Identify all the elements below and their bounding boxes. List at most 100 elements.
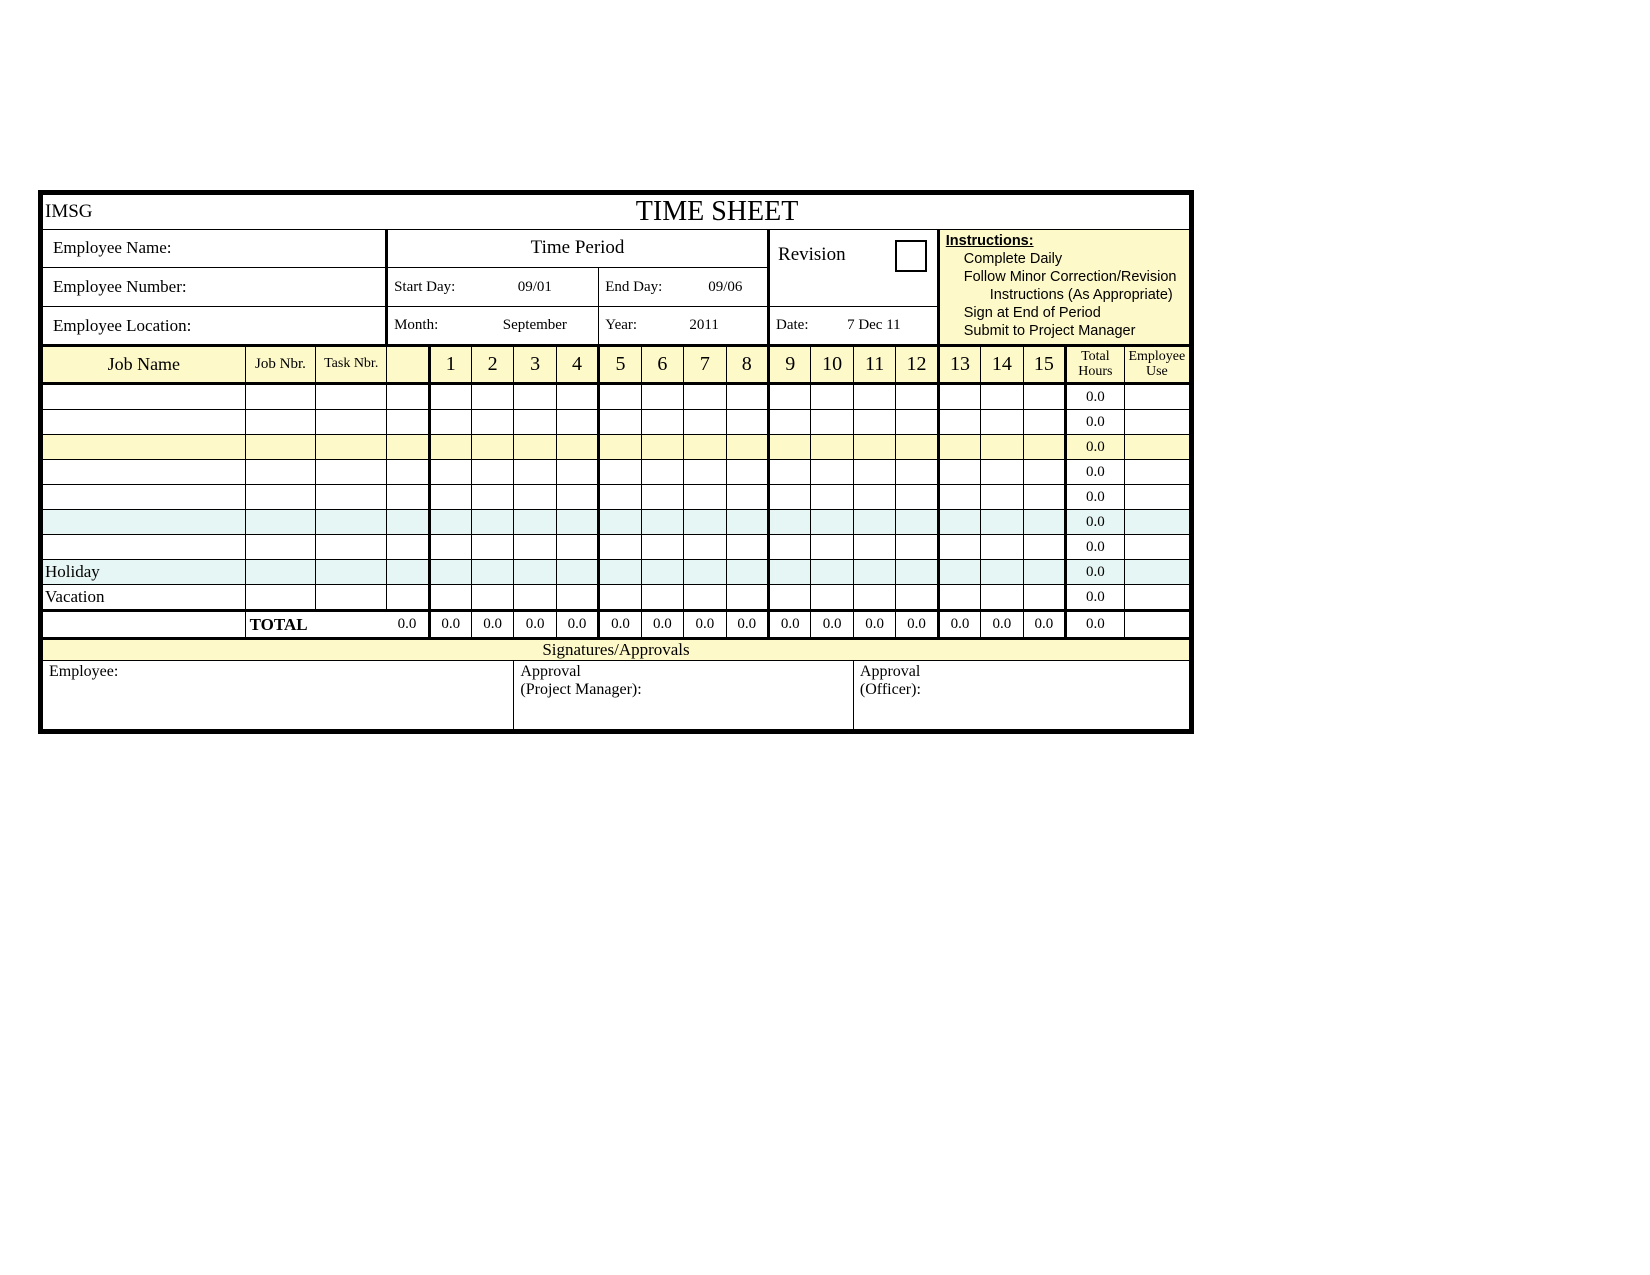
hour-cell[interactable]: [514, 485, 556, 510]
hour-cell[interactable]: [726, 485, 768, 510]
hour-cell[interactable]: [896, 585, 938, 611]
hour-cell[interactable]: [896, 485, 938, 510]
hour-cell[interactable]: [429, 585, 471, 611]
hour-cell[interactable]: [684, 560, 726, 585]
hour-cell[interactable]: [938, 460, 980, 485]
hour-cell[interactable]: [938, 535, 980, 560]
hour-cell[interactable]: [1023, 384, 1065, 410]
revision-box[interactable]: [895, 240, 927, 272]
hour-cell[interactable]: [684, 410, 726, 435]
hour-cell[interactable]: [981, 460, 1023, 485]
hour-cell[interactable]: [853, 560, 895, 585]
hour-cell[interactable]: [853, 410, 895, 435]
hour-cell[interactable]: [641, 384, 683, 410]
hour-cell[interactable]: [1023, 560, 1065, 585]
hour-cell[interactable]: [981, 535, 1023, 560]
hour-cell[interactable]: [896, 560, 938, 585]
hour-cell[interactable]: [896, 410, 938, 435]
hour-cell[interactable]: [769, 485, 811, 510]
row-job-name[interactable]: Holiday: [43, 560, 245, 585]
hour-cell[interactable]: [811, 384, 853, 410]
hour-cell[interactable]: [769, 510, 811, 535]
signature-employee[interactable]: Employee:: [43, 661, 514, 730]
hour-cell[interactable]: [556, 410, 598, 435]
hour-cell[interactable]: [896, 535, 938, 560]
hour-cell[interactable]: [471, 435, 513, 460]
hour-cell[interactable]: [514, 384, 556, 410]
hour-cell[interactable]: [1023, 485, 1065, 510]
row-job-name[interactable]: Vacation: [43, 585, 245, 611]
row-job-name[interactable]: [43, 435, 245, 460]
hour-cell[interactable]: [896, 435, 938, 460]
hour-cell[interactable]: [1023, 435, 1065, 460]
row-task-nbr[interactable]: [316, 535, 387, 560]
row-task-nbr[interactable]: [316, 585, 387, 611]
hour-cell[interactable]: [811, 560, 853, 585]
hour-cell[interactable]: [599, 410, 641, 435]
hour-cell[interactable]: [769, 585, 811, 611]
hour-cell[interactable]: [853, 485, 895, 510]
hour-cell[interactable]: [514, 510, 556, 535]
hour-cell[interactable]: [853, 460, 895, 485]
row-task-nbr[interactable]: [316, 384, 387, 410]
hour-cell[interactable]: [853, 535, 895, 560]
hour-cell[interactable]: [471, 410, 513, 435]
hour-cell[interactable]: [429, 485, 471, 510]
row-job-name[interactable]: [43, 485, 245, 510]
row-employee-use[interactable]: [1124, 585, 1189, 611]
hour-cell[interactable]: [896, 460, 938, 485]
hour-cell[interactable]: [429, 410, 471, 435]
row-job-name[interactable]: [43, 384, 245, 410]
hour-cell[interactable]: [1023, 585, 1065, 611]
row-employee-use[interactable]: [1124, 384, 1189, 410]
row-employee-use[interactable]: [1124, 535, 1189, 560]
row-job-nbr[interactable]: [245, 585, 316, 611]
row-task-nbr[interactable]: [316, 460, 387, 485]
hour-cell[interactable]: [981, 435, 1023, 460]
hour-cell[interactable]: [471, 460, 513, 485]
hour-cell[interactable]: [514, 460, 556, 485]
row-job-name[interactable]: [43, 460, 245, 485]
hour-cell[interactable]: [556, 535, 598, 560]
hour-cell[interactable]: [641, 585, 683, 611]
hour-cell[interactable]: [726, 585, 768, 611]
hour-cell[interactable]: [471, 560, 513, 585]
hour-cell[interactable]: [938, 435, 980, 460]
hour-cell[interactable]: [981, 510, 1023, 535]
hour-cell[interactable]: [556, 510, 598, 535]
hour-cell[interactable]: [938, 560, 980, 585]
hour-cell[interactable]: [769, 560, 811, 585]
hour-cell[interactable]: [471, 535, 513, 560]
hour-cell[interactable]: [471, 485, 513, 510]
hour-cell[interactable]: [684, 435, 726, 460]
hour-cell[interactable]: [556, 560, 598, 585]
hour-cell[interactable]: [853, 585, 895, 611]
row-employee-use[interactable]: [1124, 510, 1189, 535]
hour-cell[interactable]: [938, 585, 980, 611]
hour-cell[interactable]: [641, 410, 683, 435]
hour-cell[interactable]: [769, 535, 811, 560]
hour-cell[interactable]: [599, 485, 641, 510]
hour-cell[interactable]: [981, 410, 1023, 435]
hour-cell[interactable]: [514, 535, 556, 560]
hour-cell[interactable]: [726, 410, 768, 435]
hour-cell[interactable]: [938, 510, 980, 535]
hour-cell[interactable]: [429, 435, 471, 460]
hour-cell[interactable]: [641, 435, 683, 460]
hour-cell[interactable]: [429, 460, 471, 485]
row-job-nbr[interactable]: [245, 435, 316, 460]
hour-cell[interactable]: [853, 384, 895, 410]
hour-cell[interactable]: [684, 485, 726, 510]
hour-cell[interactable]: [556, 384, 598, 410]
hour-cell[interactable]: [938, 384, 980, 410]
hour-cell[interactable]: [514, 585, 556, 611]
hour-cell[interactable]: [811, 510, 853, 535]
hour-cell[interactable]: [684, 535, 726, 560]
value-end-day[interactable]: 09/06: [684, 268, 769, 307]
row-task-nbr[interactable]: [316, 510, 387, 535]
hour-cell[interactable]: [853, 510, 895, 535]
row-task-nbr[interactable]: [316, 410, 387, 435]
hour-cell[interactable]: [514, 435, 556, 460]
hour-cell[interactable]: [981, 485, 1023, 510]
hour-cell[interactable]: [641, 460, 683, 485]
